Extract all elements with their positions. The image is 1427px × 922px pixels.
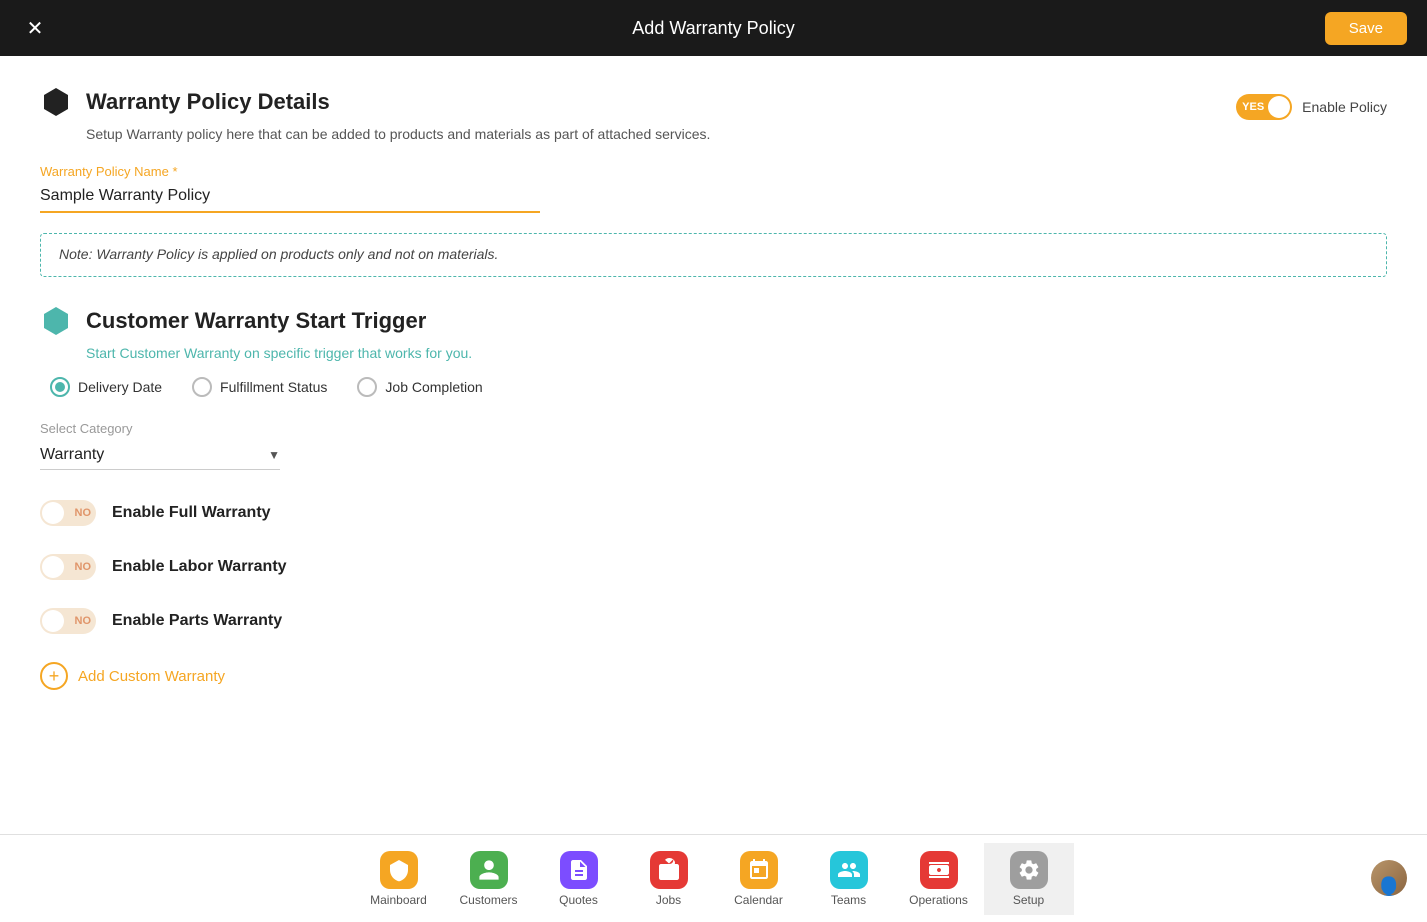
avatar-image: 👤 <box>1371 860 1407 896</box>
select-category-wrapper: Select Category Warranty ▼ <box>40 421 1387 470</box>
save-button[interactable]: Save <box>1325 12 1407 45</box>
trigger-section-title: Customer Warranty Start Trigger <box>86 308 426 334</box>
nav-item-mainboard[interactable]: Mainboard <box>354 843 444 915</box>
nav-item-jobs[interactable]: Jobs <box>624 843 714 915</box>
hex-icon-warranty <box>40 86 72 118</box>
radio-fulfillment-status[interactable]: Fulfillment Status <box>192 377 327 397</box>
trigger-desc: Start Customer Warranty on specific trig… <box>86 345 1387 361</box>
warranty-name-field-wrapper: Warranty Policy Name * <box>40 164 1387 213</box>
radio-label-delivery: Delivery Date <box>78 379 162 395</box>
nav-item-calendar[interactable]: Calendar <box>714 843 804 915</box>
nav-label-mainboard: Mainboard <box>370 893 427 907</box>
toggle-yes-label: YES <box>1242 101 1264 113</box>
toggle-no-circle-labor <box>42 556 64 578</box>
enable-policy-toggle[interactable]: YES <box>1236 94 1292 120</box>
mainboard-icon <box>380 851 418 889</box>
toggle-no-label-full: NO <box>75 507 92 519</box>
warranty-details-title: Warranty Policy Details <box>86 89 330 115</box>
warranty-name-input[interactable] <box>40 183 540 213</box>
radio-circle-delivery <box>50 377 70 397</box>
toggle-yes-circle <box>1268 96 1290 118</box>
avatar-person-icon: 👤 <box>1375 878 1402 896</box>
close-button[interactable]: ✕ <box>20 13 50 43</box>
nav-item-quotes[interactable]: Quotes <box>534 843 624 915</box>
avatar[interactable]: 👤 <box>1371 860 1407 896</box>
parts-warranty-toggle[interactable]: NO <box>40 608 96 634</box>
operations-icon <box>920 851 958 889</box>
warranty-details-desc: Setup Warranty policy here that can be a… <box>86 126 1236 142</box>
calendar-icon <box>740 851 778 889</box>
labor-warranty-label: Enable Labor Warranty <box>112 558 287 576</box>
full-warranty-row: NO Enable Full Warranty <box>40 500 1387 526</box>
customers-icon <box>470 851 508 889</box>
parts-warranty-label: Enable Parts Warranty <box>112 612 282 630</box>
toggle-no-circle-full <box>42 502 64 524</box>
section-header-trigger: Customer Warranty Start Trigger <box>40 305 1387 337</box>
nav-item-operations[interactable]: Operations <box>894 843 984 915</box>
warranty-name-label: Warranty Policy Name * <box>40 164 1387 179</box>
radio-circle-fulfillment <box>192 377 212 397</box>
toggle-no-label-parts: NO <box>75 615 92 627</box>
radio-label-job: Job Completion <box>385 379 482 395</box>
parts-warranty-row: NO Enable Parts Warranty <box>40 608 1387 634</box>
chevron-down-icon: ▼ <box>268 448 280 462</box>
nav-label-operations: Operations <box>909 893 968 907</box>
nav-label-setup: Setup <box>1013 893 1044 907</box>
enable-policy-row: YES Enable Policy <box>1236 94 1387 120</box>
add-custom-label: Add Custom Warranty <box>78 668 225 685</box>
nav-item-customers[interactable]: Customers <box>444 843 534 915</box>
radio-delivery-date[interactable]: Delivery Date <box>50 377 162 397</box>
nav-label-quotes: Quotes <box>559 893 598 907</box>
select-category-label: Select Category <box>40 421 1387 436</box>
nav-label-calendar: Calendar <box>734 893 783 907</box>
enable-policy-label: Enable Policy <box>1302 99 1387 115</box>
nav-item-teams[interactable]: Teams <box>804 843 894 915</box>
warranty-toggles-section: NO Enable Full Warranty NO Enable Labor … <box>40 500 1387 634</box>
labor-warranty-row: NO Enable Labor Warranty <box>40 554 1387 580</box>
header: ✕ Add Warranty Policy Save <box>0 0 1427 56</box>
jobs-icon <box>650 851 688 889</box>
customer-warranty-section: Customer Warranty Start Trigger Start Cu… <box>40 305 1387 470</box>
warranty-details-section: Warranty Policy Details Setup Warranty p… <box>40 86 1387 158</box>
note-text: Note: Warranty Policy is applied on prod… <box>59 246 498 262</box>
add-custom-warranty-row[interactable]: + Add Custom Warranty <box>40 662 1387 690</box>
teams-icon <box>830 851 868 889</box>
trigger-radio-group: Delivery Date Fulfillment Status Job Com… <box>50 377 1387 397</box>
nav-label-teams: Teams <box>831 893 866 907</box>
radio-circle-job <box>357 377 377 397</box>
full-warranty-toggle[interactable]: NO <box>40 500 96 526</box>
radio-label-fulfillment: Fulfillment Status <box>220 379 327 395</box>
nav-label-customers: Customers <box>459 893 517 907</box>
nav-item-setup[interactable]: Setup <box>984 843 1074 915</box>
full-warranty-label: Enable Full Warranty <box>112 504 271 522</box>
toggle-no-label-labor: NO <box>75 561 92 573</box>
labor-warranty-toggle[interactable]: NO <box>40 554 96 580</box>
quotes-icon <box>560 851 598 889</box>
select-category-field[interactable]: Warranty ▼ <box>40 440 280 470</box>
note-box: Note: Warranty Policy is applied on prod… <box>40 233 1387 277</box>
setup-icon <box>1010 851 1048 889</box>
add-custom-icon: + <box>40 662 68 690</box>
hex-icon-trigger <box>40 305 72 337</box>
radio-job-completion[interactable]: Job Completion <box>357 377 482 397</box>
nav-label-jobs: Jobs <box>656 893 681 907</box>
toggle-no-circle-parts <box>42 610 64 632</box>
page-title: Add Warranty Policy <box>632 18 794 39</box>
required-asterisk: * <box>172 164 177 179</box>
bottom-nav: Mainboard Customers Quotes Jobs Calendar… <box>0 834 1427 922</box>
section-header-warranty: Warranty Policy Details <box>40 86 1236 118</box>
select-category-input[interactable]: Warranty <box>40 446 260 463</box>
main-content: Warranty Policy Details Setup Warranty p… <box>0 56 1427 834</box>
